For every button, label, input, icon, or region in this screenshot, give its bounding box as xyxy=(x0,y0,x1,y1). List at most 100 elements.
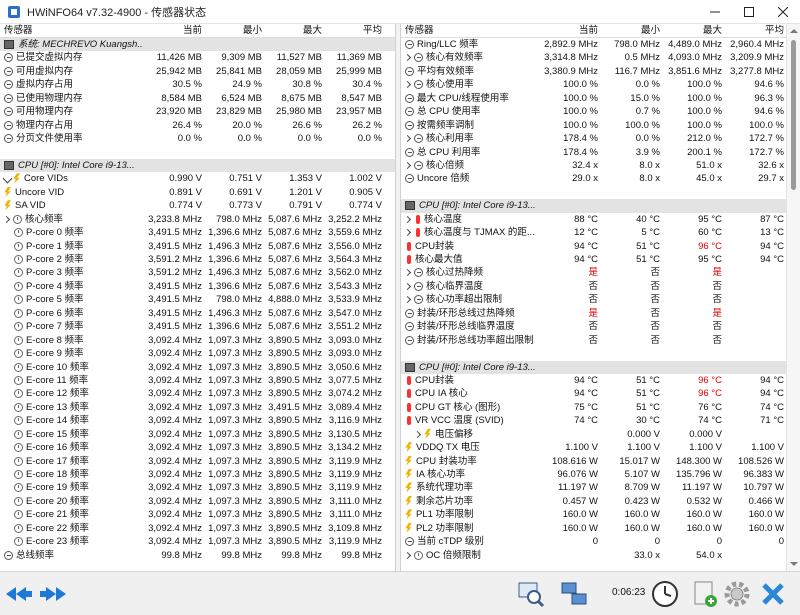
col-avg[interactable]: 平均 xyxy=(722,24,784,37)
sensor-row[interactable]: 分页文件使用率 0.0 % 0.0 % 0.0 % 0.0 % xyxy=(0,132,395,145)
sensor-group-row[interactable]: CPU [#0]: Intel Core i9-13... xyxy=(401,360,786,374)
sensor-settings-button[interactable] xyxy=(516,579,546,609)
sensor-row[interactable]: PL1 功率限制 160.0 W 160.0 W 160.0 W 160.0 W xyxy=(401,508,786,521)
clock-button[interactable] xyxy=(650,579,680,609)
sensor-row[interactable]: E-core 17 频率 3,092.4 MHz 1,097.3 MHz 3,890.… xyxy=(0,455,395,468)
sensor-row[interactable]: 核心功率超出限制 否 否 否 xyxy=(401,293,786,306)
sensor-row[interactable]: CPU GT 核心 (图形) 75 °C 51 °C 76 °C 74 °C xyxy=(401,401,786,414)
left-sensor-table[interactable]: 传感器 当前 最小 最大 平均 系统: MECHREVO Kuangsh... 已… xyxy=(0,24,396,571)
sensor-row[interactable]: PL2 功率限制 160.0 W 160.0 W 160.0 W 160.0 W xyxy=(401,522,786,535)
scrollbar-thumb[interactable] xyxy=(791,40,796,190)
col-min[interactable]: 最小 xyxy=(598,24,660,37)
sensor-row[interactable]: E-core 21 频率 3,092.4 MHz 1,097.3 MHz 3,890.… xyxy=(0,508,395,521)
scroll-down-icon[interactable] xyxy=(790,562,798,566)
sensor-row[interactable]: 系统代理功率 11.197 W 8.709 W 11.197 W 10.797 W xyxy=(401,481,786,494)
chevron-right-icon[interactable] xyxy=(403,81,412,89)
sensor-group-row[interactable]: 系统: MECHREVO Kuangsh... xyxy=(0,38,395,52)
col-max[interactable]: 最大 xyxy=(262,24,322,37)
chevron-right-icon[interactable] xyxy=(403,551,412,559)
sensor-row[interactable]: P-core 3 频率 3,591.2 MHz 1,496.3 MHz 5,087.6… xyxy=(0,266,395,279)
sensor-row[interactable]: 平均有效频率 3,380.9 MHz 116.7 MHz 3,851.6 MHz 3,2… xyxy=(401,65,786,78)
nav-right-button[interactable] xyxy=(38,579,68,609)
sensor-row[interactable]: IA 核心功率 96.076 W 5.107 W 135.796 W 96.383 W xyxy=(401,468,786,481)
close-button[interactable] xyxy=(766,0,800,24)
sensor-row[interactable]: 核心利用率 178.4 % 0.0 % 212.0 % 172.7 % xyxy=(401,132,786,145)
col-avg[interactable]: 平均 xyxy=(322,24,382,37)
sensor-row[interactable]: 已提交虚拟内存 11,426 MB 9,309 MB 11,527 MB 11,369 … xyxy=(0,51,395,64)
chevron-right-icon[interactable] xyxy=(403,282,412,290)
col-current[interactable]: 当前 xyxy=(140,24,202,37)
sensor-row[interactable]: 可用物理内存 23,920 MB 23,829 MB 25,980 MB 23,957 … xyxy=(0,105,395,118)
sensor-row[interactable]: 剩余芯片功率 0.457 W 0.423 W 0.532 W 0.466 W xyxy=(401,495,786,508)
sensor-row[interactable]: E-core 12 频率 3,092.4 MHz 1,097.3 MHz 3,890.… xyxy=(0,387,395,400)
sensor-row[interactable]: 核心频率 3,233.8 MHz 798.0 MHz 5,087.6 MHz 3,252… xyxy=(0,213,395,226)
sensor-row[interactable]: P-core 5 频率 3,491.5 MHz 798.0 MHz 4,888.0 M… xyxy=(0,293,395,306)
sensor-row[interactable]: 核心最大值 94 °C 51 °C 95 °C 94 °C xyxy=(401,253,786,266)
sensor-row[interactable]: 封装/环形总线过热降频 是 否 是 xyxy=(401,307,786,320)
col-sensor[interactable]: 传感器 xyxy=(405,24,535,37)
sensor-row[interactable]: 当前 cTDP 级别 0 0 0 0 xyxy=(401,535,786,548)
sensor-row[interactable]: E-core 9 频率 3,092.4 MHz 1,097.3 MHz 3,890.5… xyxy=(0,347,395,360)
chevron-right-icon[interactable] xyxy=(403,215,412,223)
sensor-row[interactable]: 电压偏移 0.000 V 0.000 V xyxy=(401,428,786,441)
sensor-row[interactable]: 已使用物理内存 8,584 MB 6,524 MB 8,675 MB 8,547 MB xyxy=(0,92,395,105)
sensor-row[interactable]: 核心使用率 100.0 % 0.0 % 100.0 % 94.6 % xyxy=(401,78,786,91)
sensor-row[interactable]: E-core 14 频率 3,092.4 MHz 1,097.3 MHz 3,890.… xyxy=(0,414,395,427)
sensor-row[interactable]: Uncore 倍频 29.0 x 8.0 x 45.0 x 29.7 x xyxy=(401,172,786,185)
sensor-row[interactable]: P-core 6 频率 3,491.5 MHz 1,496.3 MHz 5,087.6… xyxy=(0,307,395,320)
chevron-right-icon[interactable] xyxy=(403,269,412,277)
sensor-row[interactable]: 物理内存占用 26.4 % 20.0 % 26.6 % 26.2 % xyxy=(0,119,395,132)
sensor-row[interactable]: 核心过热降频 是 否 是 xyxy=(401,266,786,279)
sensor-row[interactable]: 核心有效频率 3,314.8 MHz 0.5 MHz 4,093.0 MHz 3,209… xyxy=(401,51,786,64)
chevron-down-icon[interactable] xyxy=(2,173,13,184)
sensor-row[interactable]: 按需频率调制 100.0 % 100.0 % 100.0 % 100.0 % xyxy=(401,119,786,132)
sensor-row[interactable]: 封装/环形总线功率超出限制 否 否 否 xyxy=(401,334,786,347)
sensor-group-row[interactable]: CPU [#0]: Intel Core i9-13... xyxy=(0,158,395,173)
sensor-row[interactable]: E-core 22 频率 3,092.4 MHz 1,097.3 MHz 3,890.… xyxy=(0,522,395,535)
chevron-right-icon[interactable] xyxy=(403,54,412,62)
settings-button[interactable] xyxy=(722,579,752,609)
sensor-row[interactable]: 可用虚拟内存 25,942 MB 25,841 MB 28,059 MB 25,999 … xyxy=(0,65,395,78)
sensor-row[interactable]: P-core 0 频率 3,491.5 MHz 1,396.6 MHz 5,087.6… xyxy=(0,226,395,239)
sensor-row[interactable]: OC 倍频限制 33.0 x 54.0 x xyxy=(401,549,786,562)
sensor-row[interactable]: 总线频率 99.8 MHz 99.8 MHz 99.8 MHz 99.8 MHz xyxy=(0,549,395,562)
sensor-row[interactable]: VR VCC 温度 (SVID) 74 °C 30 °C 74 °C 71 °C xyxy=(401,414,786,427)
sensor-row[interactable]: P-core 1 频率 3,491.5 MHz 1,496.3 MHz 5,087.6… xyxy=(0,240,395,253)
sensor-row[interactable]: E-core 13 频率 3,092.4 MHz 1,097.3 MHz 3,491.… xyxy=(0,401,395,414)
col-sensor[interactable]: 传感器 xyxy=(4,24,144,37)
sensor-row[interactable]: P-core 7 频率 3,491.5 MHz 1,396.6 MHz 5,087.6… xyxy=(0,320,395,333)
right-sensor-table[interactable]: 传感器 当前 最小 最大 平均 Ring/LLC 频率 2,892.9 MHz 79… xyxy=(401,24,786,571)
add-report-button[interactable] xyxy=(690,579,720,609)
sensor-row[interactable]: Uncore VID 0.891 V 0.691 V 1.201 V 0.905 V xyxy=(0,186,395,199)
sensor-row[interactable]: E-core 15 频率 3,092.4 MHz 1,097.3 MHz 3,890.… xyxy=(0,428,395,441)
sensor-row[interactable]: 核心倍频 32.4 x 8.0 x 51.0 x 32.6 x xyxy=(401,159,786,172)
sensor-row[interactable]: CPU封装 94 °C 51 °C 96 °C 94 °C xyxy=(401,240,786,253)
minimize-button[interactable] xyxy=(698,0,732,24)
sensor-row[interactable]: E-core 16 频率 3,092.4 MHz 1,097.3 MHz 3,890.… xyxy=(0,441,395,454)
sensor-row[interactable]: Ring/LLC 频率 2,892.9 MHz 798.0 MHz 4,489.0 M… xyxy=(401,38,786,51)
title-bar[interactable]: HWiNFO64 v7.32-4900 - 传感器状态 xyxy=(0,0,800,24)
sensor-row[interactable]: E-core 10 频率 3,092.4 MHz 1,097.3 MHz 3,890.… xyxy=(0,361,395,374)
col-current[interactable]: 当前 xyxy=(536,24,598,37)
sensor-row[interactable]: E-core 18 频率 3,092.4 MHz 1,097.3 MHz 3,890.… xyxy=(0,468,395,481)
chevron-right-icon[interactable] xyxy=(403,229,412,237)
col-min[interactable]: 最小 xyxy=(202,24,262,37)
col-max[interactable]: 最大 xyxy=(660,24,722,37)
sensor-row[interactable]: CPU封装 94 °C 51 °C 96 °C 94 °C xyxy=(401,374,786,387)
chevron-right-icon[interactable] xyxy=(403,296,412,304)
sensor-row[interactable]: P-core 2 频率 3,591.2 MHz 1,396.6 MHz 5,087.6… xyxy=(0,253,395,266)
sensor-row[interactable]: SA VID 0.774 V 0.773 V 0.791 V 0.774 V xyxy=(0,199,395,212)
sensor-row[interactable]: E-core 20 频率 3,092.4 MHz 1,097.3 MHz 3,890.… xyxy=(0,495,395,508)
sensor-row[interactable]: 最大 CPU/线程使用率 100.0 % 15.0 % 100.0 % 96.3 % xyxy=(401,92,786,105)
reset-button[interactable] xyxy=(758,579,788,609)
chevron-right-icon[interactable] xyxy=(2,215,11,223)
chevron-right-icon[interactable] xyxy=(413,430,422,438)
sensor-row[interactable]: E-core 11 频率 3,092.4 MHz 1,097.3 MHz 3,890.… xyxy=(0,374,395,387)
sensor-row[interactable]: 封装/环形总线临界温度 否 否 否 xyxy=(401,320,786,333)
vertical-scrollbar[interactable] xyxy=(786,24,800,571)
chevron-right-icon[interactable] xyxy=(403,135,412,143)
sensor-row[interactable]: CPU IA 核心 94 °C 51 °C 96 °C 94 °C xyxy=(401,387,786,400)
sensor-row[interactable]: VDDQ TX 电压 1.100 V 1.100 V 1.100 V 1.100 V xyxy=(401,441,786,454)
sensor-row[interactable]: 虚拟内存占用 30.5 % 24.9 % 30.8 % 30.4 % xyxy=(0,78,395,91)
sensor-row[interactable]: 核心临界温度 否 否 否 xyxy=(401,280,786,293)
